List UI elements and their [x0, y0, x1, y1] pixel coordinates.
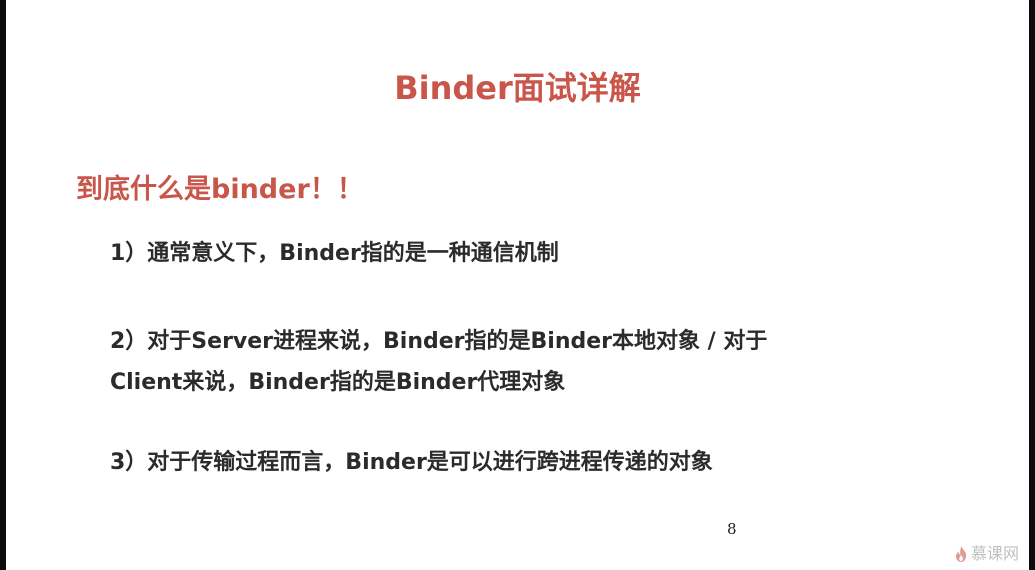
point-2-line-1: 2）对于Server进程来说，Binder指的是Binder本地对象 / 对于 — [110, 329, 768, 354]
slide: Binder面试详解 到底什么是binder！！ 1）通常意义下，Binder指… — [6, 0, 1029, 570]
slide-subtitle: 到底什么是binder！！ — [76, 174, 364, 205]
point-1: 1）通常意义下，Binder指的是一种通信机制 — [110, 241, 559, 266]
watermark: 慕课网 — [954, 543, 1019, 565]
watermark-text: 慕课网 — [971, 544, 1020, 563]
slide-title: Binder面试详解 — [394, 69, 641, 107]
point-3: 3）对于传输过程而言，Binder是可以进行跨进程传递的对象 — [110, 450, 713, 475]
point-2-line-2: Client来说，Binder指的是Binder代理对象 — [110, 370, 566, 395]
page-number: 8 — [727, 520, 737, 538]
flame-logo-icon — [954, 545, 968, 563]
